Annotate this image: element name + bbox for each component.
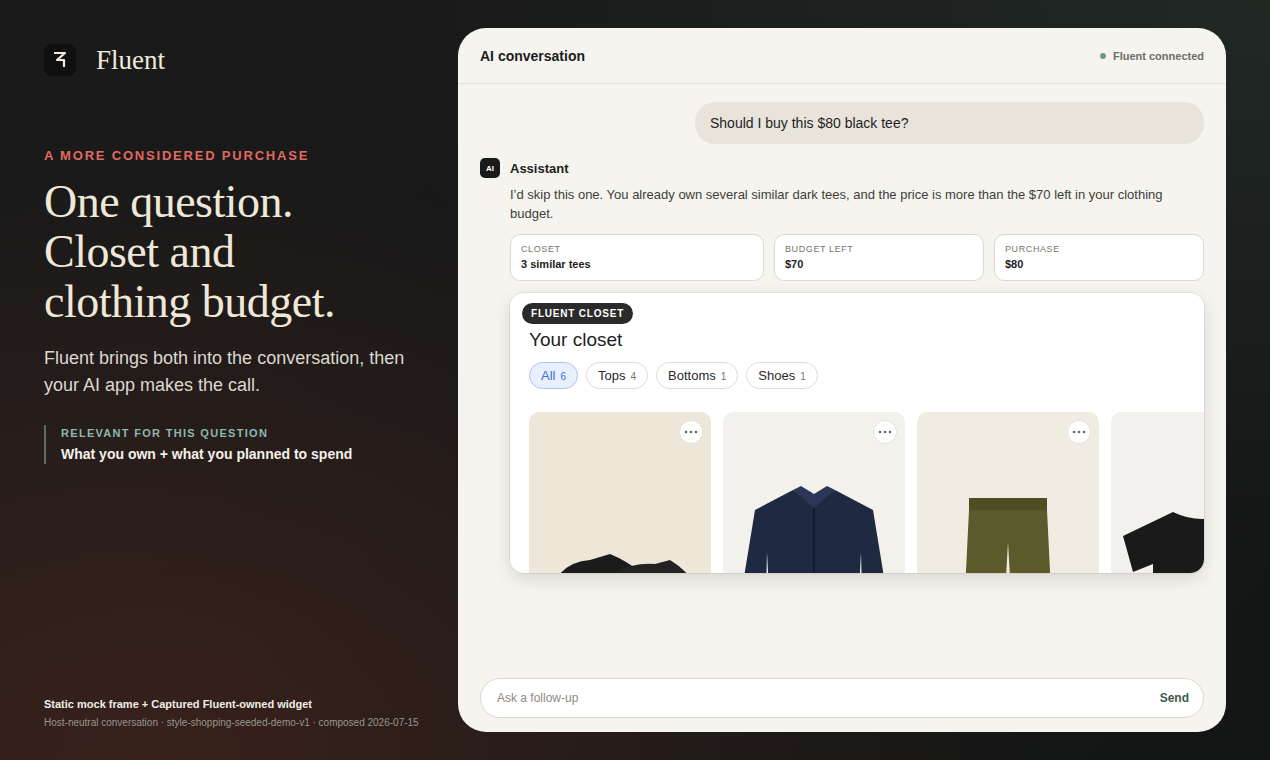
stat-value: 3 similar tees [521, 258, 753, 270]
filter-label: All [541, 368, 555, 383]
closet-widget: FLUENT CLOSET Your closet All 6 Tops 4 Bottoms… [510, 293, 1204, 573]
stat-value: $80 [1005, 258, 1193, 270]
assistant-name: Assistant [510, 161, 569, 176]
stat-value: $70 [785, 258, 973, 270]
filter-row: All 6 Tops 4 Bottoms 1 Shoes 1 [529, 362, 818, 400]
item-menu-button[interactable] [873, 420, 897, 444]
composer-field: Send [480, 678, 1204, 718]
headline-line: clothing budget. [44, 277, 424, 327]
filter-label: Shoes [758, 368, 795, 383]
logo [44, 44, 76, 76]
closet-item[interactable] [529, 412, 711, 573]
stat-row: CLOSET 3 similar tees BUDGET LEFT $70 PURCHA… [510, 234, 1204, 281]
relevance-label: RELEVANT FOR THIS QUESTION [61, 427, 424, 439]
headline-line: Closet and [44, 227, 424, 277]
conversation-title: AI conversation [480, 48, 585, 64]
stat-card: BUDGET LEFT $70 [774, 234, 984, 281]
filter-label: Tops [598, 368, 625, 383]
closet-grid [510, 400, 1204, 573]
follow-up-input[interactable] [495, 690, 1150, 706]
filter-chip[interactable]: Shoes 1 [746, 362, 817, 389]
more-icon [1072, 430, 1086, 434]
assistant-header: AI Assistant [480, 158, 1204, 178]
filter-count: 4 [630, 371, 636, 382]
eyebrow: A MORE CONSIDERED PURCHASE [44, 148, 424, 163]
chat-body: Should I buy this $80 black tee? AI Assist… [458, 84, 1226, 678]
filter-count: 1 [800, 371, 806, 382]
user-message: Should I buy this $80 black tee? [695, 102, 1204, 144]
footnote-title: Static mock frame + Captured Fluent-owne… [44, 698, 424, 710]
filter-count: 1 [721, 371, 727, 382]
assistant-text: I’d skip this one. You already own sever… [510, 185, 1204, 223]
stat-card: CLOSET 3 similar tees [510, 234, 764, 281]
send-button[interactable]: Send [1160, 691, 1189, 705]
item-menu-button[interactable] [1067, 420, 1091, 444]
closet-item[interactable] [917, 412, 1099, 573]
status-dot [1100, 53, 1106, 59]
headline: One question.Closet andclothing budget. [44, 177, 424, 327]
brand-name: Fluent [96, 45, 165, 76]
filter-count: 6 [560, 371, 566, 382]
relevance-value: What you own + what you planned to spend [61, 446, 424, 462]
pants-icon [917, 482, 1099, 573]
footnote: Static mock frame + Captured Fluent-owne… [44, 698, 424, 732]
stat-label: BUDGET LEFT [785, 244, 973, 254]
stat-card: PURCHASE $80 [994, 234, 1204, 281]
closet-item[interactable] [1111, 412, 1204, 573]
status-label: Fluent connected [1113, 50, 1204, 62]
filter-chip[interactable]: All 6 [529, 362, 578, 389]
page: Fluent A MORE CONSIDERED PURCHASE One ques… [0, 0, 1270, 760]
item-menu-button[interactable] [679, 420, 703, 444]
widget-badge: FLUENT CLOSET [522, 303, 633, 324]
shoes-icon [530, 502, 710, 573]
fluent-logo-icon [51, 50, 69, 70]
conversation-header: AI conversation Fluent connected [458, 28, 1226, 84]
relevance-note: RELEVANT FOR THIS QUESTION What you own +… [44, 425, 424, 464]
more-icon [684, 430, 698, 434]
assistant-message: I’d skip this one. You already own sever… [480, 178, 1204, 573]
filter-chip[interactable]: Bottoms 1 [656, 362, 738, 389]
brand: Fluent [44, 44, 424, 76]
stat-label: PURCHASE [1005, 244, 1193, 254]
filter-chip[interactable]: Tops 4 [586, 362, 648, 389]
composer: Send [458, 678, 1226, 732]
assistant-avatar: AI [480, 158, 500, 178]
closet-item[interactable] [723, 412, 905, 573]
footnote-meta: Host-neutral conversation · style-shoppi… [44, 717, 424, 728]
headline-line: One question. [44, 177, 424, 227]
conversation-card: AI conversation Fluent connected Should I … [458, 28, 1226, 732]
shirt-icon [723, 482, 905, 573]
widget-title: Your closet [529, 329, 622, 351]
intro-text: Fluent brings both into the conversation… [44, 345, 416, 399]
stat-label: CLOSET [521, 244, 753, 254]
filter-label: Bottoms [668, 368, 716, 383]
widget-header: FLUENT CLOSET Your closet All 6 Tops 4 Bottoms… [510, 293, 1204, 400]
more-icon [878, 430, 892, 434]
intro-panel: Fluent A MORE CONSIDERED PURCHASE One ques… [44, 28, 424, 732]
connection-status: Fluent connected [1100, 50, 1204, 62]
tee-icon [1111, 492, 1204, 573]
